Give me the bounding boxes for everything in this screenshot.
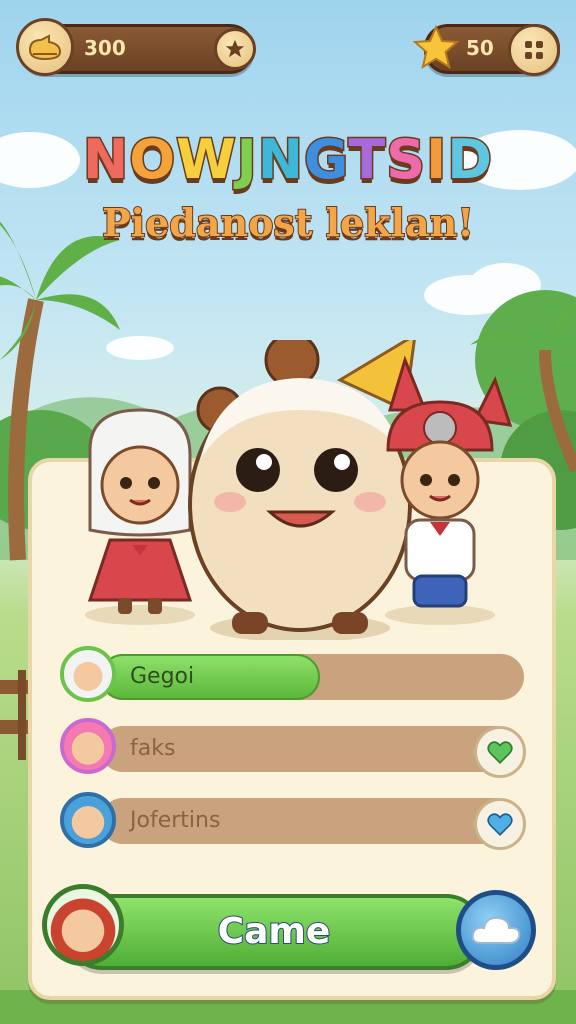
player-name: Gegoi [130,664,195,689]
cloud-icon[interactable] [456,890,536,970]
coin-count: 300 [84,36,126,60]
title-letter: N [81,127,130,193]
coin-bag-icon [16,18,74,76]
title-letter: W [175,127,238,193]
blue-heart-button[interactable] [474,798,526,850]
star-icon [412,24,460,72]
coin-star-icon[interactable] [214,28,256,70]
star-count: 50 [466,36,494,60]
title-letter: T [347,127,387,193]
blue-hood-icon[interactable] [60,792,116,848]
girl-hijab-icon[interactable] [60,646,116,702]
title-letter: J [235,127,258,193]
girl-character [87,408,193,614]
title-letter: O [128,127,177,193]
title-letter: N [256,127,304,193]
boy-character [386,355,513,608]
play-button-label[interactable]: Came [64,894,484,970]
game-subtitle: Piedanost leklan! [101,199,475,246]
girl-pigtails-icon[interactable] [60,718,116,774]
redhead-avatar-icon [42,884,124,966]
game-screen: 300 50 NOWJNGTSID Piedanost leklan! Gego… [0,0,576,1024]
blue-heart-icon [487,813,513,836]
menu-grid-button[interactable] [508,24,560,76]
game-title: NOWJNGTSID [0,127,576,193]
player-name: faks [130,736,176,761]
grid-icon [525,41,543,59]
title-letter: G [302,127,349,193]
player-name: Jofertins [130,808,221,833]
title-letter: S [385,127,427,193]
title-letter: I [425,127,448,193]
green-heart-icon [487,741,513,764]
green-heart-button[interactable] [474,726,526,778]
egg-character [188,340,416,634]
characters-illustration [85,340,513,640]
title-letter: D [446,127,494,193]
